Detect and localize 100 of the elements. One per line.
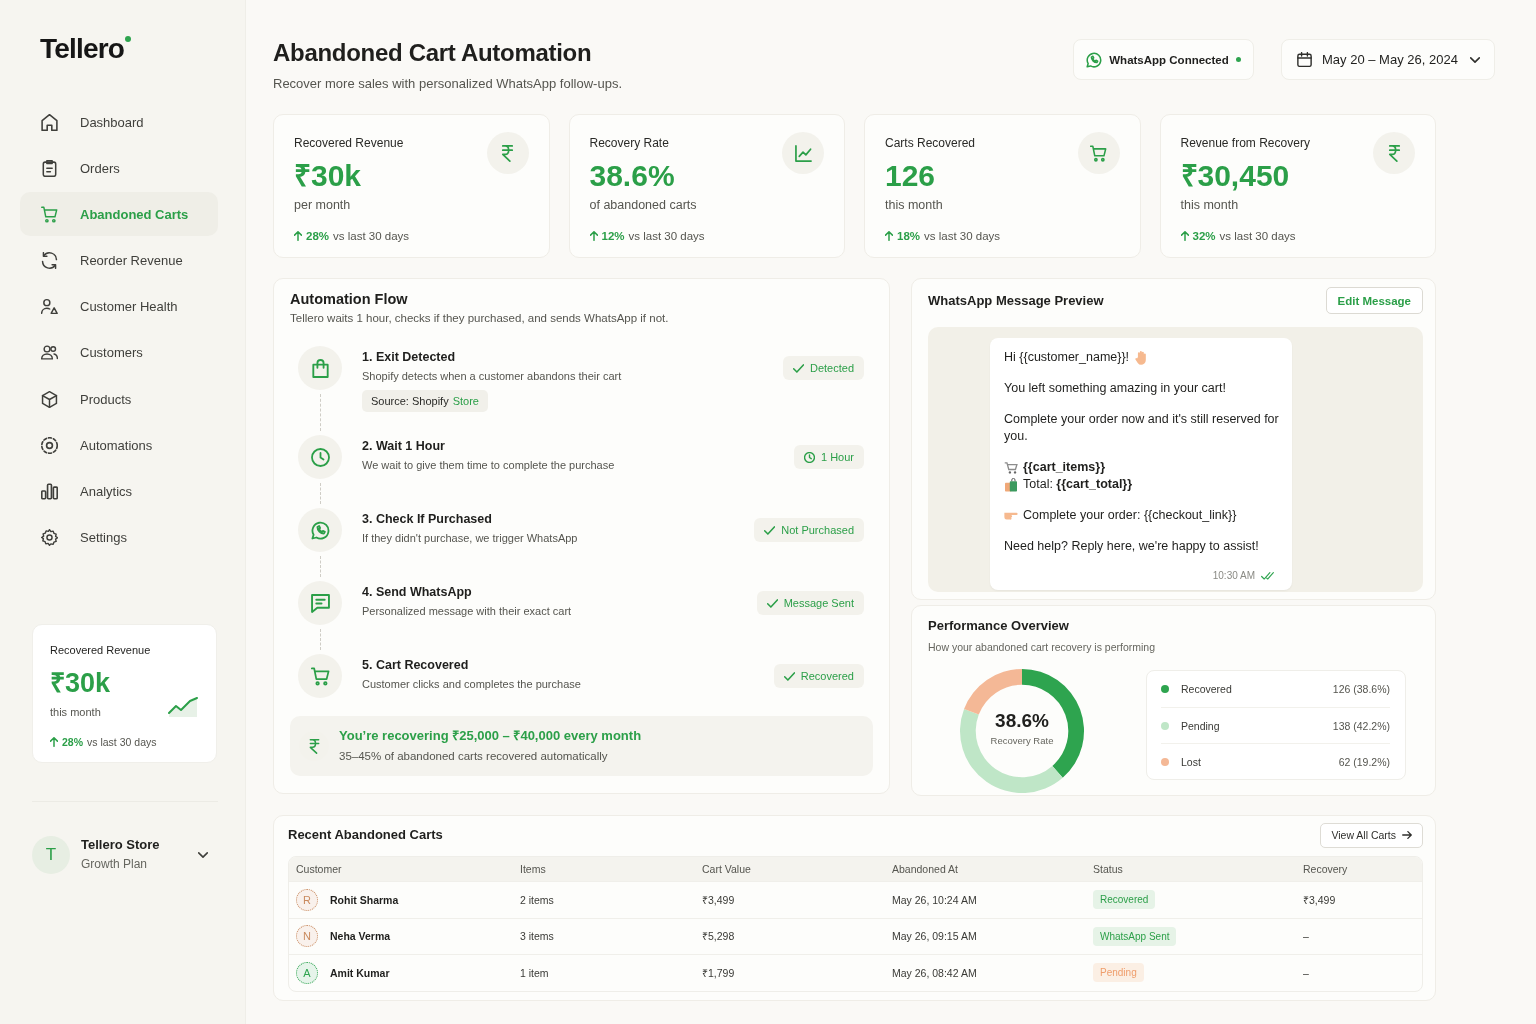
calendar-icon xyxy=(1297,52,1312,67)
users-icon xyxy=(41,344,58,362)
view-all-button[interactable]: View All Carts xyxy=(1320,822,1423,848)
step-description: If they didn't purchase, we trigger WhatsApp xyxy=(362,531,579,546)
nav-item[interactable]: Products xyxy=(20,377,218,422)
kpi-value: ₹30,450 xyxy=(1180,159,1291,193)
shopping-bag-icon xyxy=(298,346,342,390)
table-cell-text: ₹1,799 xyxy=(701,965,736,980)
check-icon xyxy=(766,597,778,609)
step-title: 5. Cart Recovered xyxy=(362,657,470,674)
dot-icon xyxy=(125,36,132,42)
panel-title: WhatsApp Message Preview xyxy=(928,291,1104,310)
message-text: Hi {{customer_name}}! xyxy=(1004,349,1130,366)
arrow-up-icon xyxy=(1180,231,1189,241)
column-header: Status xyxy=(1092,863,1124,875)
change-note: vs last 30 days xyxy=(628,229,705,243)
legend-label: Lost xyxy=(1181,755,1201,768)
column-header: Customer xyxy=(295,863,343,875)
summary-note: 35–45% of abandoned carts recovered automatically xyxy=(339,749,609,764)
column-header: Abandoned At xyxy=(891,863,959,875)
summary-headline: You’re recovering ₹25,000 – ₹40,000 every month xyxy=(339,728,642,744)
kpi-label: Recovered Revenue xyxy=(294,135,405,151)
table-cell-text: May 26, 08:42 AM xyxy=(891,966,978,979)
table-cell-text: – xyxy=(1302,930,1310,943)
clock-icon xyxy=(803,451,815,463)
table-cell-text: May 26, 10:24 AM xyxy=(891,893,978,906)
status-label: Message Sent xyxy=(783,597,854,609)
rupee-icon xyxy=(486,132,529,174)
change-note: vs last 30 days xyxy=(1219,229,1296,243)
chart-center-label: Recovery Rate xyxy=(989,735,1055,747)
chevron-down-icon xyxy=(1470,56,1480,63)
cart-icon xyxy=(1077,132,1120,174)
store-name: Tellero Store xyxy=(81,837,160,854)
settings-icon xyxy=(41,529,58,547)
nav-item[interactable]: Automations xyxy=(20,423,218,468)
nav-item[interactable]: Reorder Revenue xyxy=(20,238,218,283)
chart-center-value: 38.6% xyxy=(994,710,1050,732)
status-tag: Pending xyxy=(1093,963,1144,983)
arrow-up-icon xyxy=(885,231,893,241)
date-range-picker[interactable]: May 20 – May 26, 2024 xyxy=(1281,39,1495,80)
customer-name: Neha Verma xyxy=(330,930,391,943)
status-label: Detected xyxy=(809,362,854,374)
step-description: We wait to give them time to complete the purchase xyxy=(362,458,616,473)
nav-item[interactable]: Customer Health xyxy=(20,284,218,329)
arrow-up-icon xyxy=(50,736,58,747)
panel-subtitle: Tellero waits 1 hour, checks if they purchased, and sends WhatsApp if not. xyxy=(290,311,670,326)
kpi-value: 38.6% xyxy=(589,159,676,193)
nav-item[interactable]: Settings xyxy=(20,515,218,560)
check-icon xyxy=(783,670,795,682)
message-text: Need help? Reply here, we're happy to assist! xyxy=(1004,538,1259,555)
source-value: Store xyxy=(452,395,479,407)
kpi-caption: of abandoned carts xyxy=(589,197,698,213)
legend-value: 138 (42.2%) xyxy=(1332,719,1390,732)
arrow-right-icon xyxy=(1402,831,1412,839)
step-title: 2. Wait 1 Hour xyxy=(362,438,446,455)
status-tag: WhatsApp Sent xyxy=(1093,926,1177,946)
refresh-icon xyxy=(41,252,58,270)
line-chart-icon xyxy=(782,132,824,174)
shopping-cart-icon xyxy=(1004,460,1018,475)
whatsapp-icon xyxy=(298,508,342,552)
status-tag: Recovered xyxy=(1093,890,1156,910)
panel-title: Performance Overview xyxy=(928,617,1070,635)
check-icon xyxy=(792,362,804,374)
page-title: Abandoned Cart Automation xyxy=(273,38,593,68)
kpi-value: 126 xyxy=(885,159,937,193)
change-percent: 18% xyxy=(897,229,921,243)
column-header: Recovery xyxy=(1302,863,1349,875)
source-label: Source: Shopify xyxy=(371,395,449,407)
edit-message-button[interactable]: Edit Message xyxy=(1325,287,1423,314)
nav-item[interactable]: Customers xyxy=(20,330,218,375)
message-icon xyxy=(298,581,342,625)
clipboard-icon xyxy=(41,159,58,177)
nav-item[interactable]: Dashboard xyxy=(20,100,218,144)
home-icon xyxy=(41,113,58,131)
chevron-down-icon[interactable] xyxy=(198,851,208,858)
revenue-value: ₹30k xyxy=(50,667,111,698)
customer-name: Amit Kumar xyxy=(330,966,390,979)
table-cell-text: ₹3,499 xyxy=(1302,892,1337,907)
customer-name: Rohit Sharma xyxy=(330,893,399,906)
status-label: Recovered xyxy=(800,670,854,682)
step-title: 1. Exit Detected xyxy=(362,349,457,366)
step-title: 4. Send WhatsApp xyxy=(362,584,473,601)
kpi-value: ₹30k xyxy=(294,159,363,193)
nav-item[interactable]: Orders xyxy=(20,146,218,191)
connection-label: WhatsApp Connected xyxy=(1109,53,1229,66)
kpi-caption: this month xyxy=(1180,197,1240,213)
bar-chart-icon xyxy=(41,483,58,500)
kpi-caption: this month xyxy=(885,197,944,213)
avatar: A xyxy=(296,961,318,984)
panel-subtitle: How your abandoned cart recovery is performing xyxy=(928,640,1157,654)
nav-item[interactable]: Analytics xyxy=(20,469,218,514)
arrow-up-icon xyxy=(589,231,598,241)
change-percent: 32% xyxy=(1192,229,1216,243)
cart-icon xyxy=(298,654,342,698)
message-time: 10:30 AM xyxy=(1212,569,1255,582)
clock-icon xyxy=(298,435,342,479)
rupee-icon xyxy=(1373,132,1415,174)
cog-icon xyxy=(41,436,58,454)
table-cell-text: ₹3,499 xyxy=(701,892,736,907)
raised-hand-icon xyxy=(1134,350,1149,365)
